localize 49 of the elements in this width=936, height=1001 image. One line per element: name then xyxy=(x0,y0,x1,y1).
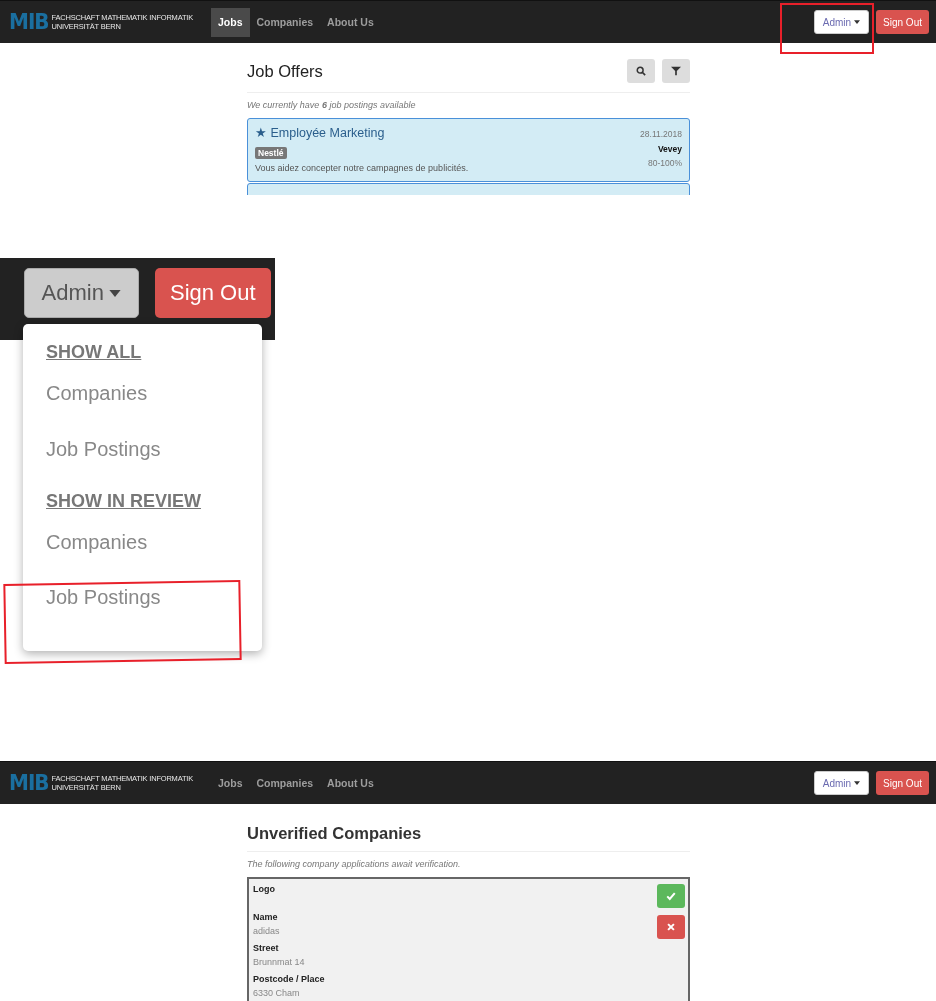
caret-icon xyxy=(108,289,121,297)
close-icon xyxy=(666,922,676,932)
job-title[interactable]: ★ Employée Marketing xyxy=(255,125,641,140)
search-button[interactable] xyxy=(627,59,655,83)
nav-link[interactable]: Companies xyxy=(249,768,321,798)
job-place: Vevey xyxy=(656,144,682,154)
menu-item[interactable]: Job Postings xyxy=(23,426,262,483)
caret-icon xyxy=(854,781,861,785)
filter-button[interactable] xyxy=(662,59,690,83)
search-icon xyxy=(636,66,646,76)
field-label: Logo xyxy=(253,883,276,895)
job-card[interactable]: ★ Employée Marketing Nestlé Vous aidez concepter notre campagnes de publicités. 28.11.2018 Vevey 80-100% xyxy=(247,118,690,182)
sign-out-button[interactable]: Sign Out xyxy=(154,268,271,318)
postings-count-text: We currently have 6 job postings available xyxy=(247,100,417,110)
job-date: 28.11.2018 xyxy=(640,129,682,139)
field-value: Brunnmat 14 xyxy=(253,956,306,968)
caret-icon xyxy=(854,20,861,24)
page-title: Job Offers xyxy=(247,61,324,81)
reject-button[interactable] xyxy=(657,915,685,939)
company-label: Nestlé xyxy=(255,147,287,159)
admin-dropdown-button[interactable]: Admin xyxy=(813,10,870,34)
admin-dropdown-button[interactable]: Admin xyxy=(24,268,139,318)
page-title: Unverified Companies xyxy=(247,824,423,843)
logo[interactable]: MIB xyxy=(9,770,49,796)
field-label: Postcode / Place xyxy=(253,973,326,985)
nav-link[interactable]: Companies xyxy=(249,7,321,37)
filter-icon xyxy=(671,66,681,76)
sign-out-button[interactable]: Sign Out xyxy=(876,771,929,795)
check-icon xyxy=(666,891,676,901)
admin-dropdown-button[interactable]: Admin xyxy=(813,771,870,795)
field-value: 6330 Cham xyxy=(253,987,301,999)
approve-button[interactable] xyxy=(657,884,685,908)
field-value: adidas xyxy=(253,925,281,937)
menu-item[interactable]: Companies xyxy=(23,371,262,427)
job-description: Vous aidez concepter notre campagnes de publicités. xyxy=(255,163,470,173)
nav-link[interactable]: Jobs xyxy=(211,7,250,37)
sign-out-button[interactable]: Sign Out xyxy=(876,10,929,34)
field-label: Name xyxy=(253,911,279,923)
job-workload: 80-100% xyxy=(646,158,682,168)
nav-link[interactable]: About Us xyxy=(320,768,381,798)
nav-link[interactable]: About Us xyxy=(320,7,381,37)
page-subtitle: The following company applications await verification. xyxy=(247,859,462,869)
menu-item[interactable]: Companies xyxy=(23,519,262,576)
menu-item[interactable]: Job Postings xyxy=(23,575,262,631)
menu-header: SHOW ALL xyxy=(45,341,143,364)
logo[interactable]: MIB xyxy=(9,9,49,35)
field-label: Street xyxy=(253,942,280,954)
menu-header: SHOW IN REVIEW xyxy=(45,489,202,513)
nav-link[interactable]: Jobs xyxy=(211,768,250,798)
